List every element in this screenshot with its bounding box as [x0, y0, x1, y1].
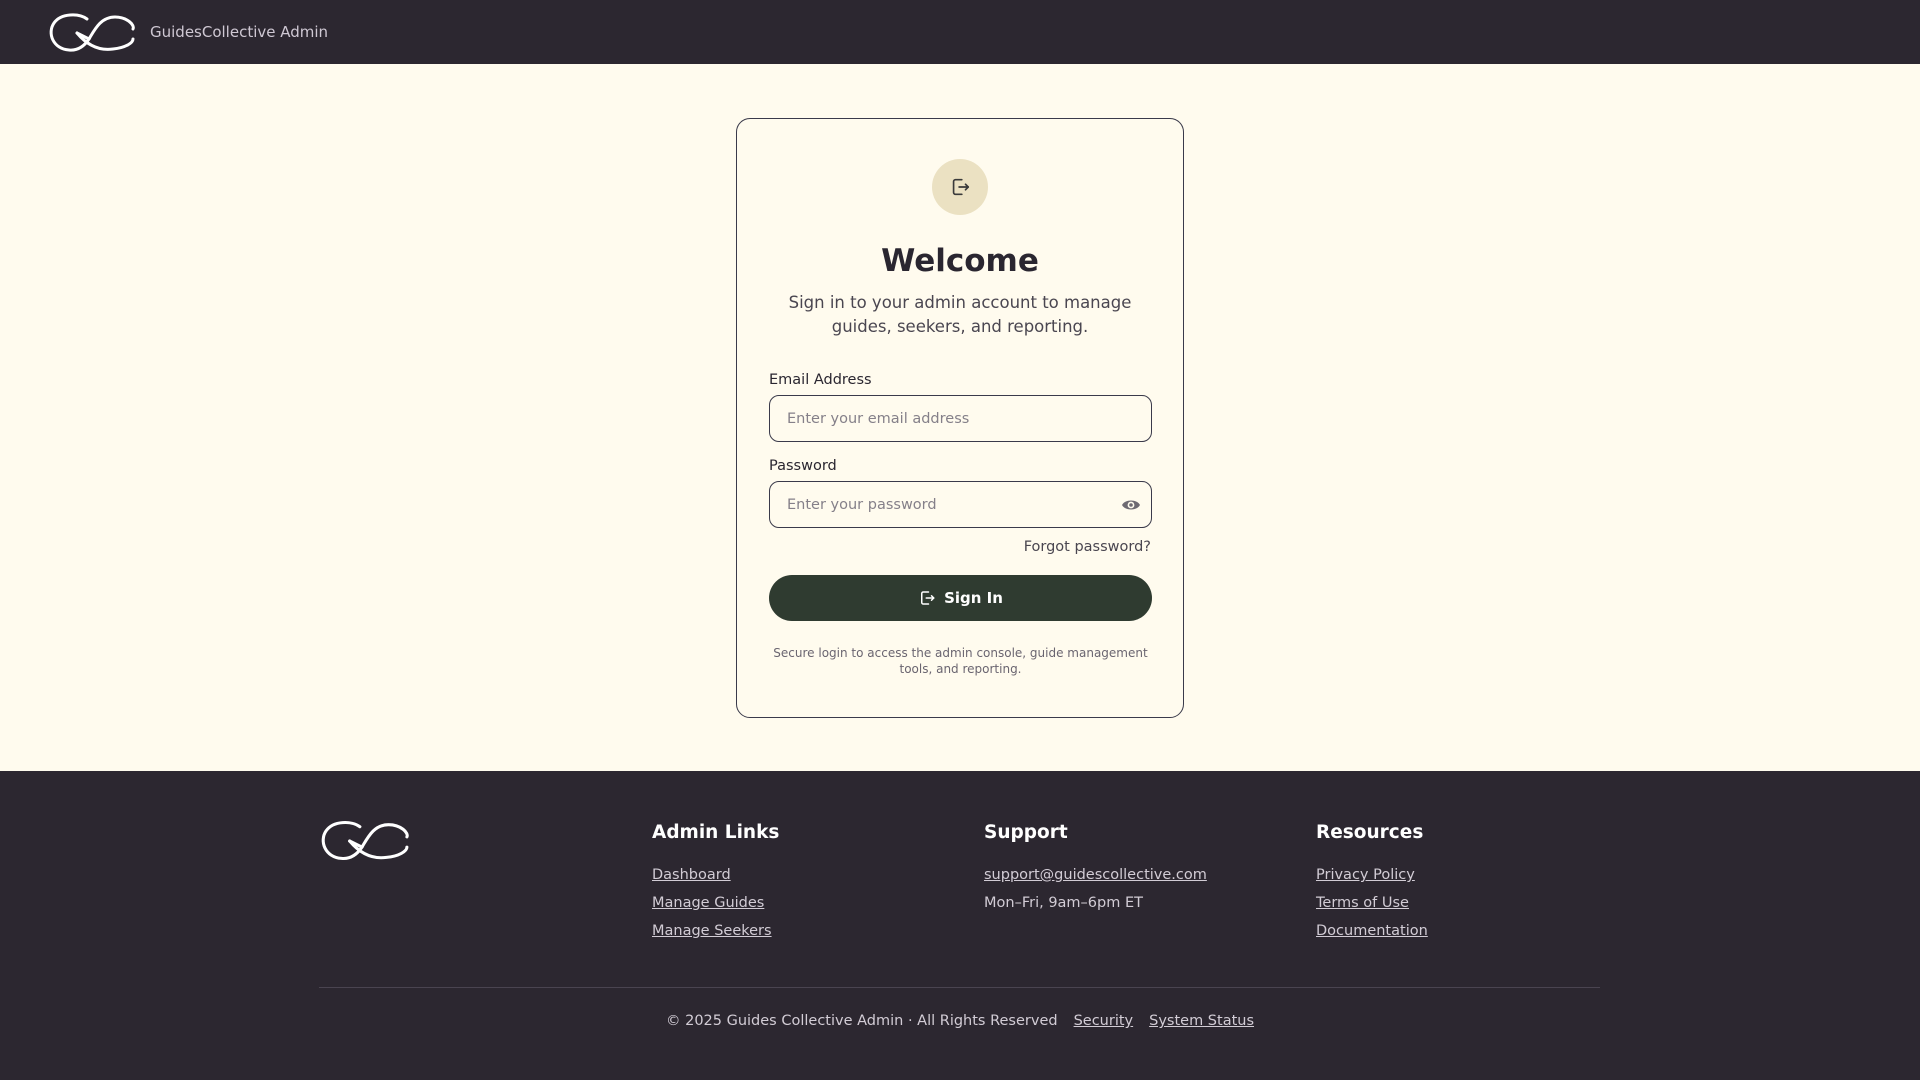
- security-note: Secure login to access the admin console…: [773, 646, 1148, 676]
- password-field-box: [769, 481, 1152, 528]
- page-title: Welcome: [881, 243, 1039, 279]
- footer-bottom-bar: © 2025 Guides Collective Admin · All Rig…: [0, 1013, 1920, 1029]
- footer-divider: [319, 987, 1600, 988]
- footer-link-manage-guides[interactable]: Manage Guides: [652, 889, 779, 917]
- sign-in-button-label: Sign In: [944, 589, 1003, 607]
- email-field[interactable]: [770, 396, 1151, 441]
- footer-link-privacy-policy[interactable]: Privacy Policy: [1316, 861, 1428, 889]
- footer-heading: Support: [984, 822, 1068, 843]
- footer-link-security[interactable]: Security: [1074, 1013, 1134, 1029]
- footer-column-resources: Resources Privacy Policy Terms of Use Do…: [1316, 821, 1428, 945]
- footer-link-terms-of-use[interactable]: Terms of Use: [1316, 889, 1428, 917]
- sign-in-button-icon: [921, 591, 935, 605]
- footer-heading: Resources: [1316, 822, 1424, 843]
- copyright-text: © 2025 Guides Collective Admin · All Rig…: [665, 1013, 1058, 1029]
- login-card: Welcome Sign in to your admin account to…: [736, 118, 1184, 718]
- sign-in-icon: [932, 159, 988, 215]
- forgot-password-link[interactable]: Forgot password?: [1024, 539, 1151, 555]
- password-field[interactable]: [770, 482, 1151, 527]
- page-subtitle: Sign in to your admin account to manage …: [788, 293, 1132, 336]
- email-label: Email Address: [769, 372, 872, 388]
- top-bar: GuidesCollective Admin: [0, 0, 1920, 64]
- footer-column-admin-links: Admin Links Dashboard Manage Guides Mana…: [652, 821, 779, 945]
- show-password-icon[interactable]: [1121, 496, 1141, 514]
- footer-link-dashboard[interactable]: Dashboard: [652, 861, 779, 889]
- footer-support-hours: Mon–Fri, 9am–6pm ET: [984, 895, 1143, 911]
- gc-logo-icon[interactable]: [47, 11, 137, 53]
- footer-support-email[interactable]: support@guidescollective.com: [984, 861, 1207, 889]
- footer-link-documentation[interactable]: Documentation: [1316, 917, 1428, 945]
- footer-link-system-status[interactable]: System Status: [1149, 1013, 1254, 1029]
- footer-link-manage-seekers[interactable]: Manage Seekers: [652, 917, 779, 945]
- gc-logo-icon[interactable]: [319, 818, 411, 862]
- footer-heading: Admin Links: [652, 822, 780, 843]
- password-label: Password: [769, 458, 837, 474]
- sign-in-button[interactable]: Sign In: [769, 575, 1152, 621]
- footer-column-support: Support support@guidescollective.com Mon…: [984, 821, 1207, 917]
- brand-title[interactable]: GuidesCollective Admin: [150, 22, 328, 42]
- footer: Admin Links Dashboard Manage Guides Mana…: [0, 771, 1920, 1080]
- email-field-box: [769, 395, 1152, 442]
